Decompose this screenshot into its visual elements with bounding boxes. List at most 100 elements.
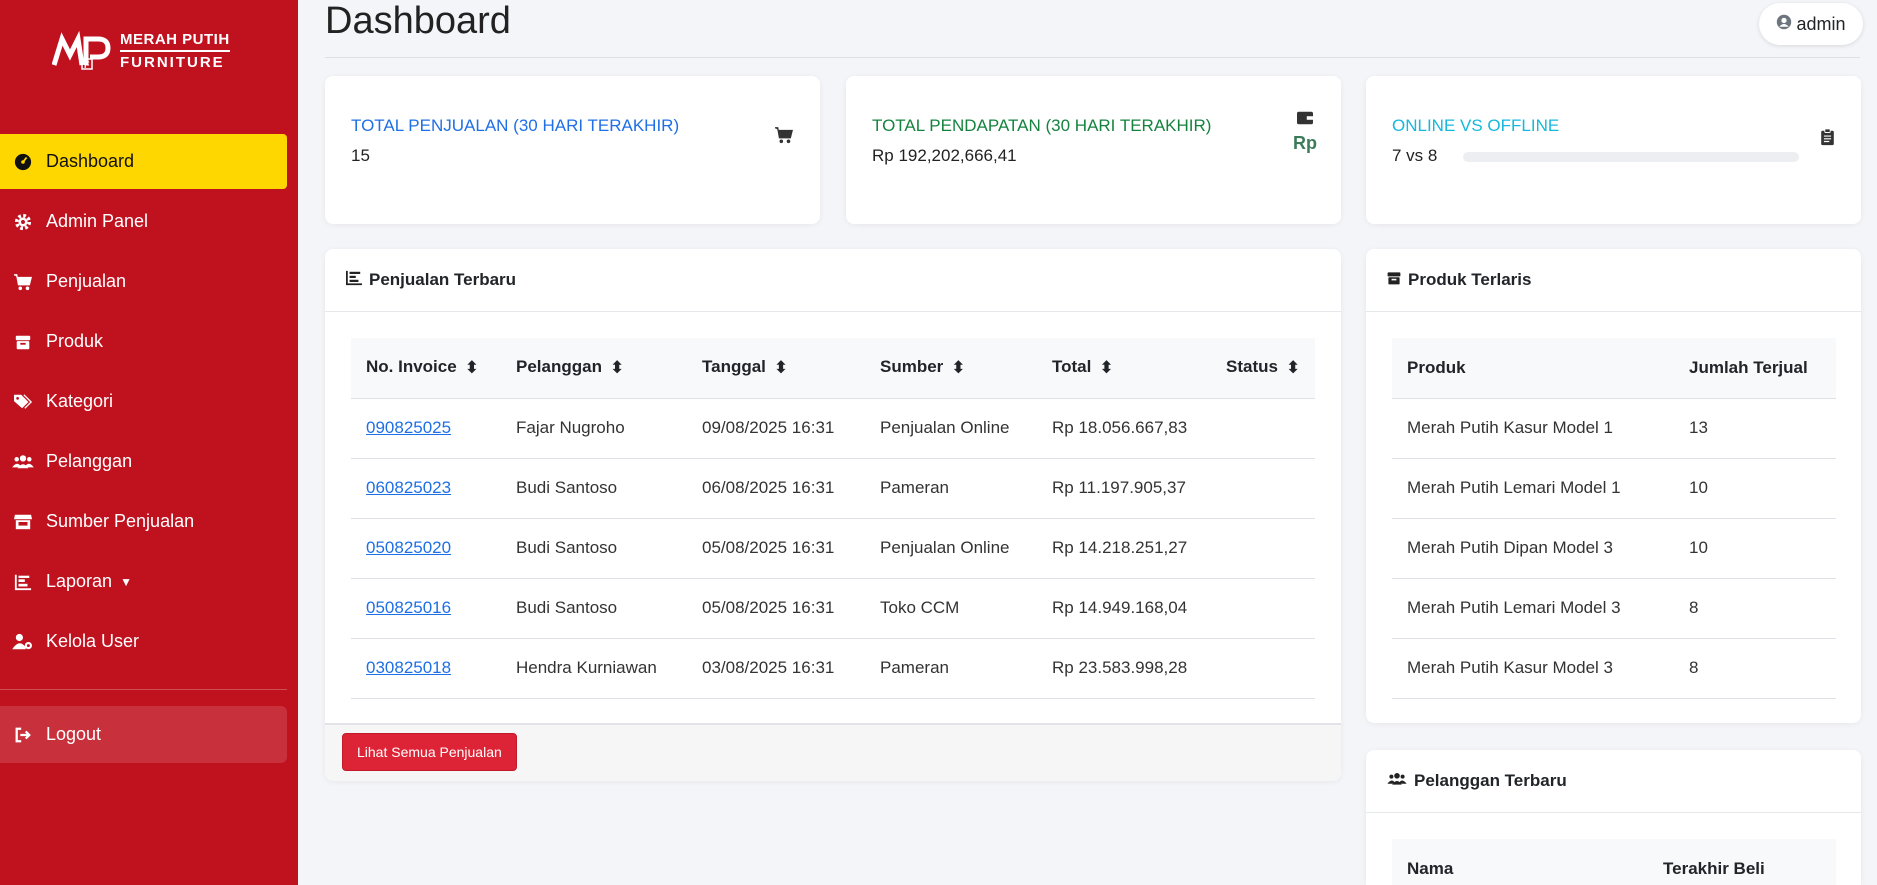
status-cell [1211,578,1315,639]
qty-cell: 8 [1674,578,1836,639]
column-header[interactable]: Pelanggan ⬍ [501,338,687,399]
store-icon [12,511,34,533]
customer-cell: Budi Santoso [501,578,687,639]
view-all-sales-button[interactable]: Lihat Semua Penjualan [342,733,517,771]
qty-cell: 10 [1674,458,1836,519]
source-cell: Pameran [865,638,1037,699]
invoice-link[interactable]: 090825025 [366,418,451,437]
top-products-table: Produk Jumlah Terjual Merah Putih Kasur … [1392,338,1836,699]
cart-icon [774,126,794,149]
table-row: Merah Putih Lemari Model 1 10 [1392,458,1836,519]
users-icon [12,451,34,473]
sidebar-item-produk[interactable]: Produk [0,314,287,369]
sidebar-item-admin-panel[interactable]: Admin Panel [0,194,287,249]
card-header: Penjualan Terbaru [325,249,1341,312]
card-header: Pelanggan Terbaru [1366,750,1861,813]
qty-cell: 10 [1674,518,1836,579]
source-cell: Toko CCM [865,578,1037,639]
wallet-icon [1293,110,1317,131]
column-header[interactable]: Tanggal ⬍ [687,338,865,399]
table-header-row: Nama Terakhir Beli [1392,839,1836,885]
sidebar-item-label: Admin Panel [46,211,149,231]
table-row: 050825020 Budi Santoso 05/08/2025 16:31 … [351,518,1315,579]
product-cell: Merah Putih Lemari Model 1 [1392,458,1674,519]
logout-label: Logout [46,724,102,744]
card-title: Produk Terlaris [1408,270,1532,289]
column-header: Jumlah Terjual [1674,338,1836,399]
dashboard-icon [12,151,34,173]
customer-cell: Budi Santoso [501,518,687,579]
sidebar-item-label: Sumber Penjualan [46,511,195,531]
logo-icon: F [51,30,112,73]
total-cell: Rp 23.583.998,28 [1037,638,1211,699]
chevron-down-icon: ▼ [120,574,132,589]
column-header[interactable]: Total ⬍ [1037,338,1211,399]
logout-button[interactable]: Logout [0,706,287,763]
clipboard-icon [1820,128,1835,151]
sidebar-item-label: Pelanggan [46,451,133,471]
sidebar-item-label: Kategori [46,391,114,411]
total-cell: Rp 11.197.905,37 [1037,458,1211,519]
source-cell: Pameran [865,458,1037,519]
column-header[interactable]: No. Invoice ⬍ [351,338,501,399]
sidebar-item-kategori[interactable]: Kategori [0,374,287,429]
product-cell: Merah Putih Lemari Model 3 [1392,578,1674,639]
date-cell: 05/08/2025 16:31 [687,518,865,579]
users-icon [1386,771,1408,792]
box-icon [1386,270,1402,291]
product-cell: Merah Putih Dipan Model 3 [1392,518,1674,579]
sidebar-item-pelanggan[interactable]: Pelanggan [0,434,287,489]
sidebar-item-label: Laporan [46,571,113,591]
user-gear-icon [12,631,34,653]
logout-icon [12,724,34,746]
sort-icon: ⬍ [609,358,625,377]
brand-logo[interactable]: F MERAH PUTIH FURNITURE [51,30,230,73]
table-row: Merah Putih Dipan Model 3 10 [1392,518,1836,579]
sort-icon: ⬍ [1099,358,1114,377]
sidebar-item-label: Kelola User [46,631,140,651]
sidebar-item-penjualan[interactable]: Penjualan [0,254,287,309]
source-cell: Penjualan Online [865,518,1037,579]
sidebar-item-kelola-user[interactable]: Kelola User [0,614,287,669]
status-cell [1211,458,1315,519]
date-cell: 06/08/2025 16:31 [687,458,865,519]
sidebar-item-laporan[interactable]: Laporan ▼ [0,554,287,609]
svg-text:F: F [84,60,90,70]
sidebar-nav: Dashboard Admin Panel Penjualan Produk K… [0,134,298,674]
sidebar-item-dashboard[interactable]: Dashboard [0,134,287,189]
card-header: Produk Terlaris [1366,249,1861,312]
column-header[interactable]: Sumber ⬍ [865,338,1037,399]
column-header[interactable]: Status ⬍ [1211,338,1315,399]
product-cell: Merah Putih Kasur Model 1 [1392,398,1674,459]
customer-cell: Budi Santoso [501,458,687,519]
sort-icon: ⬍ [1285,358,1301,377]
total-cell: Rp 14.218.251,27 [1037,518,1211,579]
box-icon [12,331,34,353]
stat-value: 7 vs 8 [1392,146,1438,165]
qty-cell: 13 [1674,398,1836,459]
sidebar-item-label: Penjualan [46,271,127,291]
card-title: Pelanggan Terbaru [1414,771,1567,790]
brand-line1: MERAH PUTIH [120,31,230,48]
invoice-link[interactable]: 050825016 [366,598,451,617]
sidebar-item-label: Dashboard [46,151,135,171]
brand-line2: FURNITURE [120,50,230,73]
sidebar-item-sumber-penjualan[interactable]: Sumber Penjualan [0,494,287,549]
invoice-link[interactable]: 050825020 [366,538,451,557]
user-circle-icon [1776,14,1792,35]
card-footer: Lihat Semua Penjualan [325,723,1341,781]
rupiah-icon-text: Rp [1293,133,1317,153]
invoice-link[interactable]: 030825018 [366,658,451,677]
date-cell: 05/08/2025 16:31 [687,578,865,639]
stat-label: TOTAL PENJUALAN (30 HARI TERAKHIR) [351,116,680,135]
invoice-link[interactable]: 060825023 [366,478,451,497]
recent-customers-card: Pelanggan Terbaru Nama Terakhir Beli [1366,750,1861,885]
stat-card-total-penjualan: TOTAL PENJUALAN (30 HARI TERAKHIR) 15 [325,76,820,224]
sort-icon: ⬍ [773,358,789,377]
status-cell [1211,638,1315,699]
user-menu-button[interactable]: admin [1759,3,1863,45]
table-header-row: No. Invoice ⬍ Pelanggan ⬍ Tanggal ⬍ Sumber ⬍… [351,338,1315,399]
table-row: 050825016 Budi Santoso 05/08/2025 16:31 … [351,578,1315,639]
top-products-card: Produk Terlaris Produk Jumlah Terjual Me… [1366,249,1861,723]
date-cell: 09/08/2025 16:31 [687,398,865,459]
